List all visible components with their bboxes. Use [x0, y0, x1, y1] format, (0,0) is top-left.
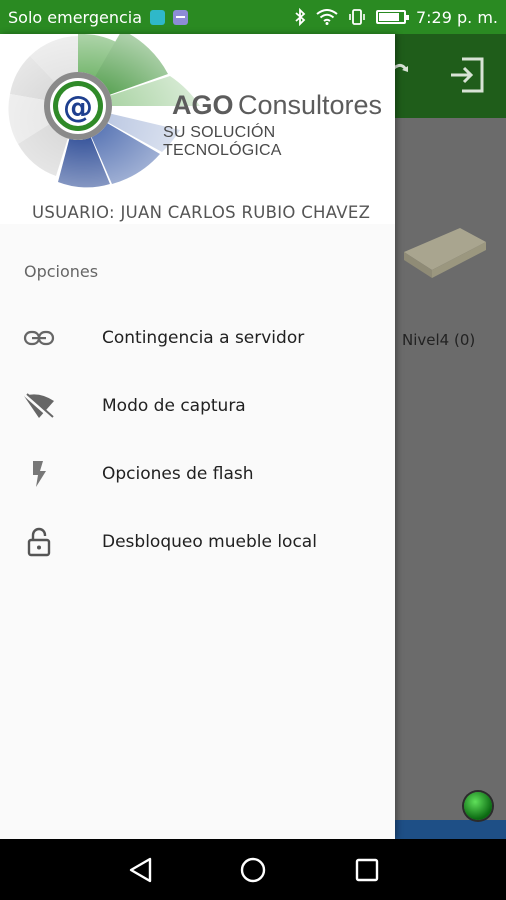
- menu-item-flash[interactable]: Opciones de flash: [0, 440, 395, 508]
- notification-icon: [173, 9, 189, 25]
- status-dot-icon[interactable]: [464, 792, 492, 820]
- brand-ago: AGO: [172, 90, 234, 120]
- signal-off-icon: [22, 392, 56, 420]
- recents-icon[interactable]: [354, 857, 380, 883]
- bottom-strip: [395, 820, 506, 839]
- navigation-drawer: @ AGO Consultores SU SOLUCIÓN TECNOLÓGIC…: [0, 34, 395, 839]
- drawer-menu: Contingencia a servidor Modo de captura …: [0, 304, 395, 576]
- menu-item-desbloqueo[interactable]: Desbloqueo mueble local: [0, 508, 395, 576]
- lock-open-icon: [22, 527, 56, 557]
- brand-consultores: Consultores: [237, 90, 383, 120]
- sim-icon: [150, 9, 166, 25]
- user-name: USUARIO: JUAN CARLOS RUBIO CHAVEZ: [32, 203, 371, 222]
- bluetooth-icon: [295, 8, 306, 26]
- menu-label: Contingencia a servidor: [102, 328, 305, 348]
- vibrate-icon: [349, 9, 365, 25]
- battery-fill: [378, 13, 399, 21]
- link-icon: [22, 324, 56, 352]
- exit-icon[interactable]: [448, 56, 486, 94]
- menu-label: Desbloqueo mueble local: [102, 532, 317, 552]
- clock: 7:29 p. m.: [415, 7, 498, 27]
- home-icon[interactable]: [240, 857, 266, 883]
- carrier-text: Solo emergencia: [8, 7, 143, 27]
- back-icon[interactable]: [128, 857, 154, 883]
- item-label: Nivel4 (0): [402, 331, 476, 349]
- furniture-image: [404, 228, 486, 278]
- svg-text:@: @: [63, 90, 93, 125]
- menu-label: Modo de captura: [102, 396, 246, 416]
- battery-icon: [375, 10, 409, 24]
- status-bar: Solo emergencia 7:29 p. m.: [0, 0, 506, 34]
- menu-label: Opciones de flash: [102, 464, 254, 484]
- flash-icon: [22, 460, 56, 488]
- navigation-bar: [0, 839, 506, 900]
- brand-tagline: SU SOLUCIÓN TECNOLÓGICA: [163, 124, 282, 159]
- drawer-header: @ AGO Consultores SU SOLUCIÓN TECNOLÓGIC…: [0, 34, 395, 224]
- brand-name: AGO Consultores: [172, 90, 382, 121]
- sync-icon[interactable]: [392, 58, 412, 88]
- menu-item-contingencia[interactable]: Contingencia a servidor: [0, 304, 395, 372]
- menu-item-modo-captura[interactable]: Modo de captura: [0, 372, 395, 440]
- section-title: Opciones: [24, 262, 99, 281]
- wifi-icon: [316, 9, 338, 25]
